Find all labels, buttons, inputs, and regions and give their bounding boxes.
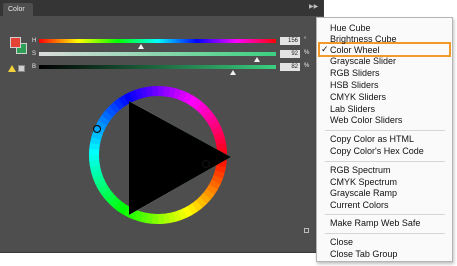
menu-item-close[interactable]: Close [330, 237, 353, 248]
menu-item-rgb-sliders[interactable]: RGB Sliders [330, 68, 380, 79]
foreground-color-swatch[interactable] [10, 37, 21, 48]
menu-separator [325, 233, 445, 234]
menu-item-close-tab-group[interactable]: Close Tab Group [330, 249, 397, 260]
menu-item-hue-cube[interactable]: Hue Cube [330, 23, 371, 34]
color-panel: Color ▶▶ H 156 ° S 92 % B 82 % [0, 0, 324, 253]
menu-item-lab-sliders[interactable]: Lab Sliders [330, 104, 375, 115]
menu-item-copy-color-as-html[interactable]: Copy Color as HTML [330, 134, 414, 145]
menu-item-brightness-cube[interactable]: Brightness Cube [330, 34, 397, 45]
menu-item-grayscale-ramp[interactable]: Grayscale Ramp [330, 188, 397, 199]
menu-item-grayscale-slider[interactable]: Grayscale Slider [330, 56, 396, 67]
menu-separator [325, 130, 445, 131]
menu-item-cmyk-sliders[interactable]: CMYK Sliders [330, 92, 386, 103]
menu-separator [325, 161, 445, 162]
menu-item-copy-hex-code[interactable]: Copy Color's Hex Code [330, 146, 424, 157]
resize-icon[interactable] [304, 228, 309, 233]
menu-item-hsb-sliders[interactable]: HSB Sliders [330, 80, 379, 91]
menu-separator [325, 214, 445, 215]
menu-item-make-ramp-web-safe[interactable]: Make Ramp Web Safe [330, 218, 420, 229]
check-icon: ✓ [321, 44, 329, 54]
menu-item-cmyk-spectrum[interactable]: CMYK Spectrum [330, 177, 397, 188]
color-wheel[interactable] [0, 0, 323, 252]
menu-item-web-color-sliders[interactable]: Web Color Sliders [330, 115, 402, 126]
menu-item-rgb-spectrum[interactable]: RGB Spectrum [330, 165, 391, 176]
panel-options-menu: ✓ Hue Cube Brightness Cube Color Wheel G… [316, 17, 453, 262]
menu-item-color-wheel[interactable]: Color Wheel [330, 45, 380, 56]
menu-item-current-colors[interactable]: Current Colors [330, 200, 389, 211]
